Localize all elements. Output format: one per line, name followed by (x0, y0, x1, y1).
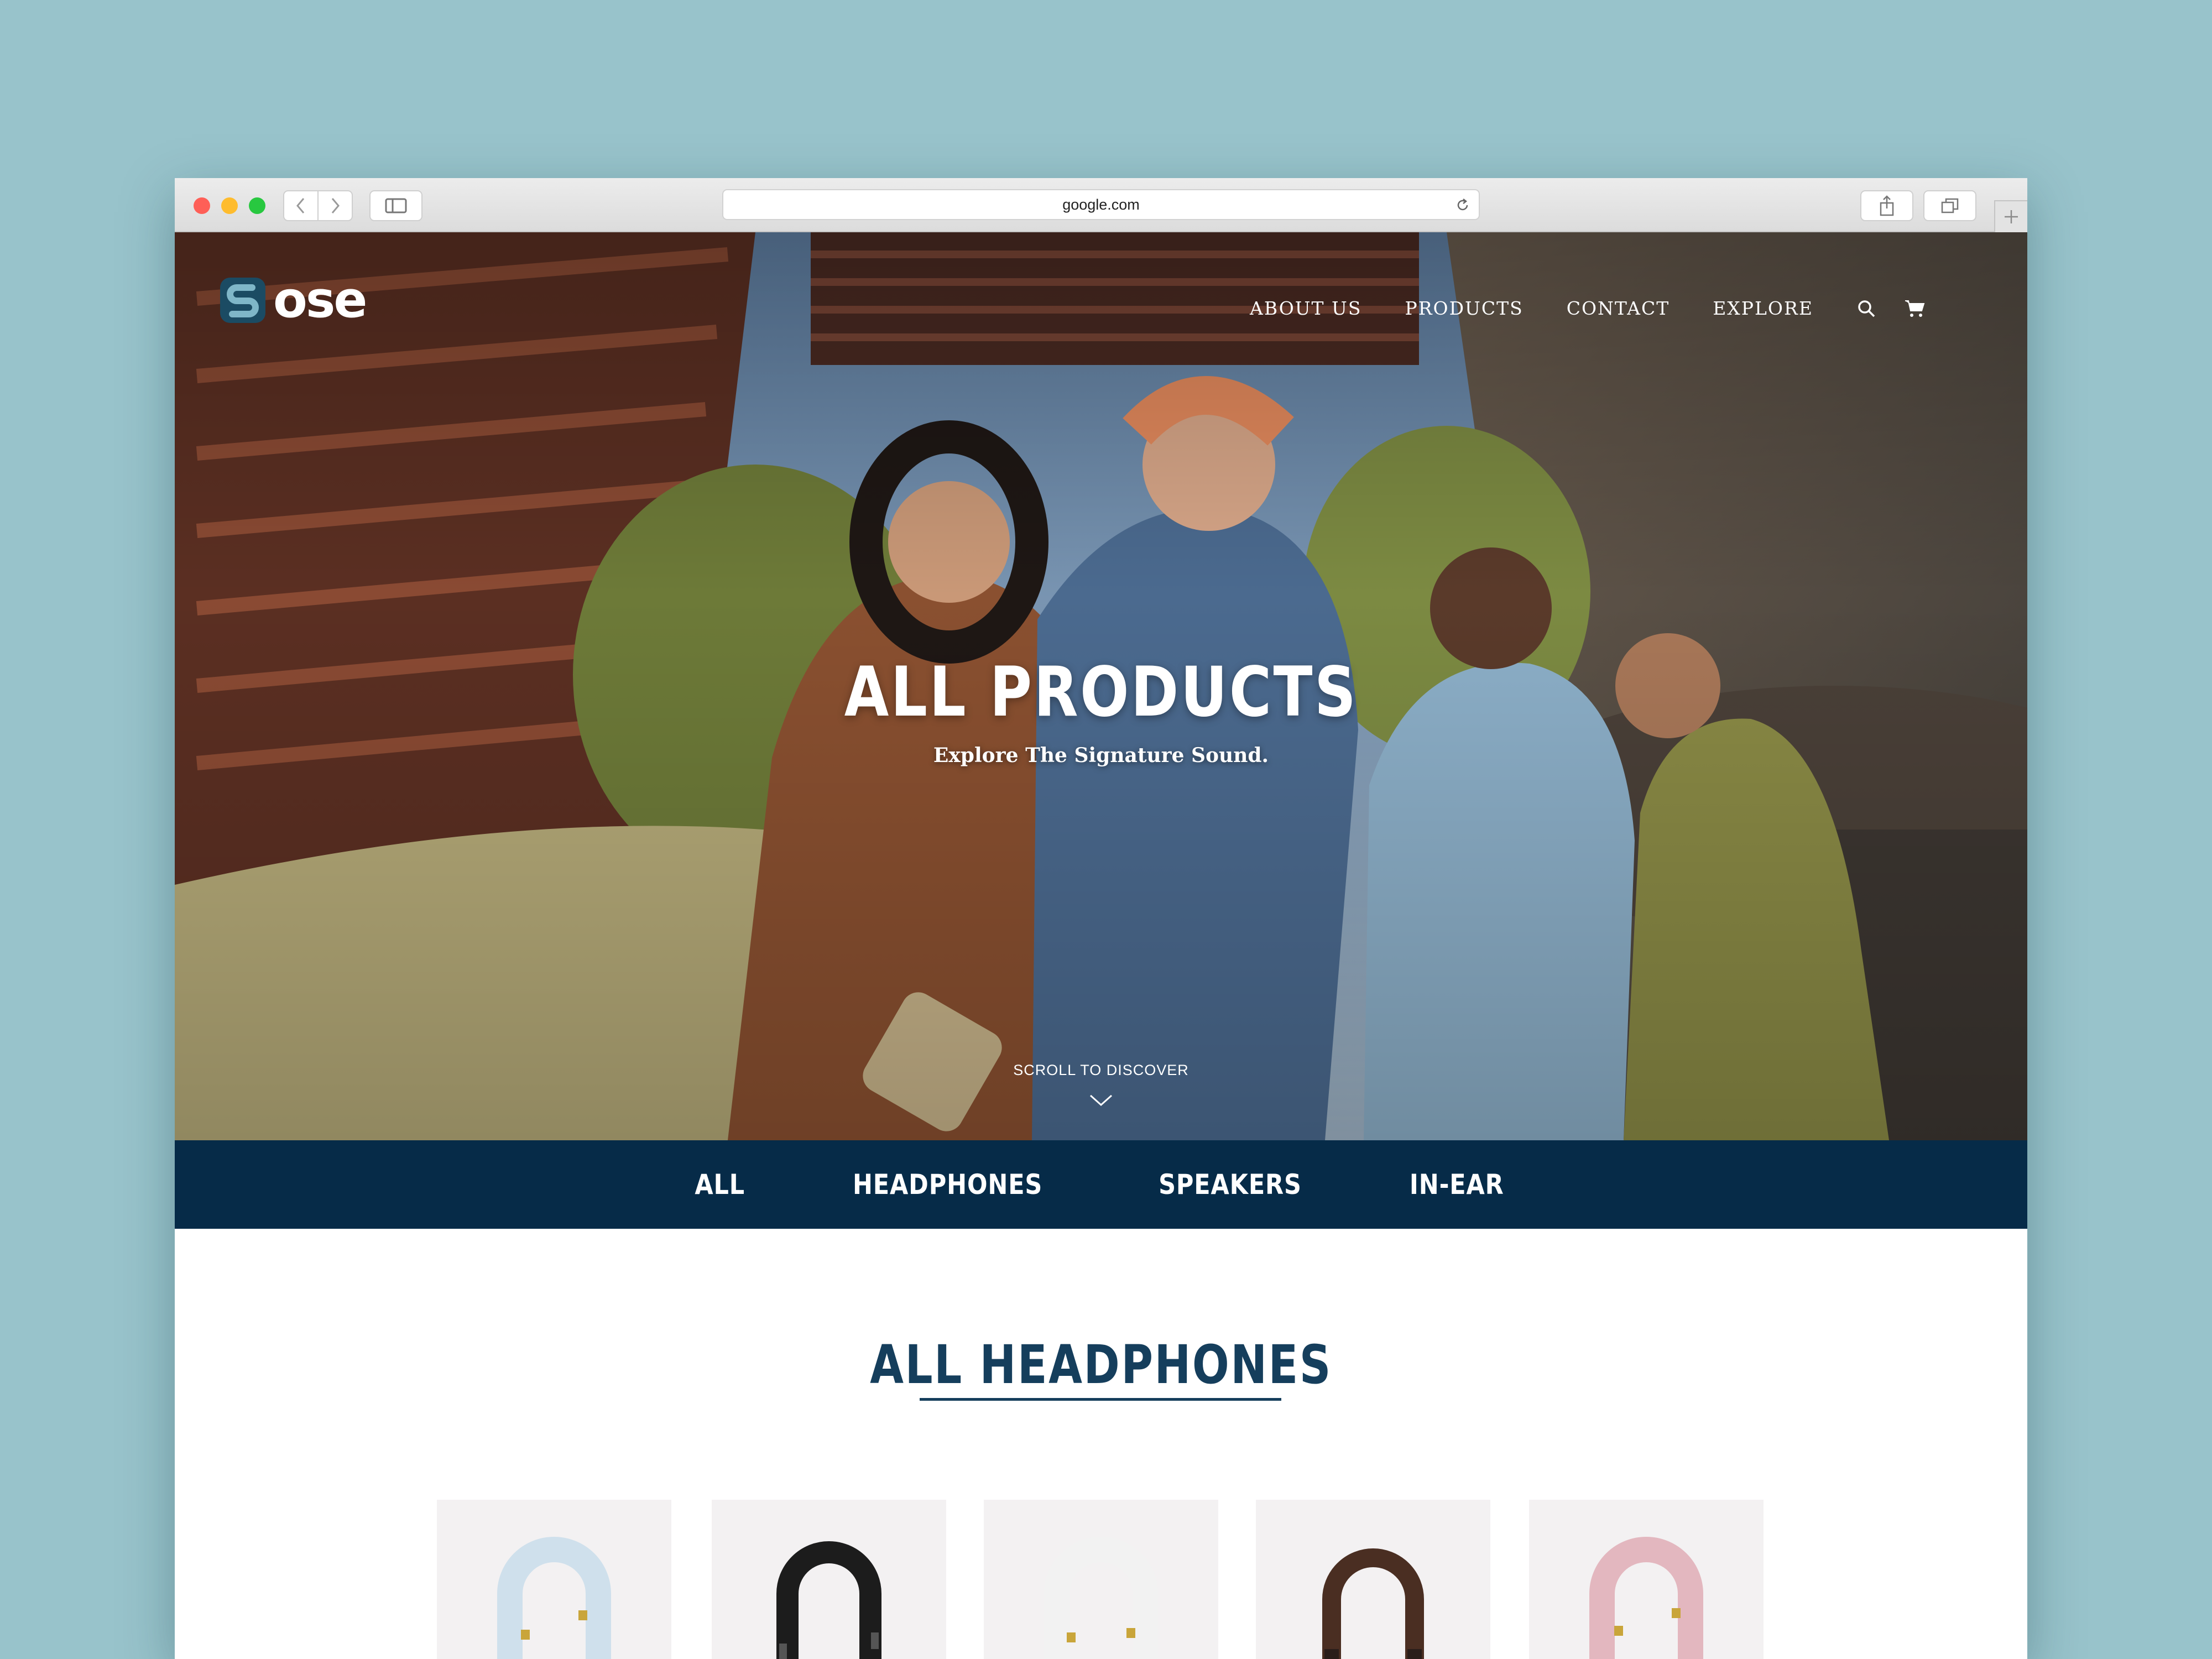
headphones-image (776, 1541, 881, 1659)
minimize-window-button[interactable] (221, 197, 238, 214)
nav-explore[interactable]: EXPLORE (1713, 298, 1813, 319)
share-icon (1880, 195, 1894, 216)
tab-in-ear[interactable]: IN-EAR (1409, 1168, 1504, 1201)
section-underline (920, 1398, 1281, 1401)
sidebar-icon (385, 198, 407, 213)
headphones-image (1044, 1537, 1158, 1659)
nav-contact[interactable]: CONTACT (1567, 298, 1670, 319)
product-card[interactable] (712, 1500, 946, 1659)
reload-icon[interactable] (1454, 197, 1471, 213)
section-title: ALL HEADPHONES (870, 1334, 1332, 1396)
headphones-image (1322, 1548, 1424, 1659)
logo-mark-icon (220, 278, 265, 323)
maximize-window-button[interactable] (249, 197, 265, 214)
headphones-image (1589, 1537, 1703, 1659)
chevron-down-icon[interactable] (1088, 1093, 1114, 1108)
back-button[interactable] (283, 190, 319, 221)
product-card[interactable] (1529, 1500, 1764, 1659)
product-card[interactable] (1256, 1500, 1490, 1659)
address-bar[interactable]: google.com (722, 189, 1480, 220)
nav-products[interactable]: PRODUCTS (1405, 298, 1523, 319)
search-button[interactable] (1856, 299, 1876, 319)
new-tab-button[interactable] (1994, 200, 2027, 232)
headphones-image (497, 1537, 611, 1659)
show-tabs-button[interactable] (1923, 190, 1976, 221)
chevron-right-icon (331, 198, 340, 213)
url-text: google.com (1062, 196, 1140, 213)
browser-toolbar: google.com (175, 178, 2027, 232)
tab-headphones[interactable]: HEADPHONES (853, 1168, 1042, 1201)
nav-about-us[interactable]: ABOUT US (1250, 298, 1361, 319)
close-window-button[interactable] (194, 197, 210, 214)
forward-button[interactable] (317, 190, 353, 221)
hero-title: ALL PRODUCTS (844, 653, 1358, 732)
cart-icon (1905, 300, 1925, 317)
tabs-icon (1941, 198, 1959, 213)
logo-text: ose (273, 271, 367, 329)
browser-window: google.com ose ABOUT US PRODUCTS CONTACT… (175, 178, 2027, 1659)
category-tabs: ALL HEADPHONES SPEAKERS IN-EAR (175, 1140, 2027, 1229)
chevron-left-icon (296, 198, 305, 213)
product-grid (175, 1500, 2027, 1659)
main-nav: ABOUT US PRODUCTS CONTACT EXPLORE (1250, 298, 1954, 319)
cart-button[interactable] (1904, 299, 1926, 319)
plus-icon (2005, 210, 2018, 223)
sidebar-toggle-button[interactable] (369, 190, 422, 221)
scroll-to-discover-link[interactable]: SCROLL TO DISCOVER (175, 1062, 2027, 1079)
site-logo[interactable]: ose (218, 271, 367, 329)
hero-banner: ose ABOUT US PRODUCTS CONTACT EXPLORE AL… (175, 232, 2027, 1140)
tab-all[interactable]: ALL (695, 1168, 745, 1201)
hero-subtitle: Explore The Signature Sound. (933, 744, 1269, 767)
search-icon (1858, 300, 1875, 317)
tab-speakers[interactable]: SPEAKERS (1159, 1168, 1302, 1201)
product-card[interactable] (437, 1500, 671, 1659)
share-button[interactable] (1860, 190, 1913, 221)
product-card[interactable] (984, 1500, 1218, 1659)
